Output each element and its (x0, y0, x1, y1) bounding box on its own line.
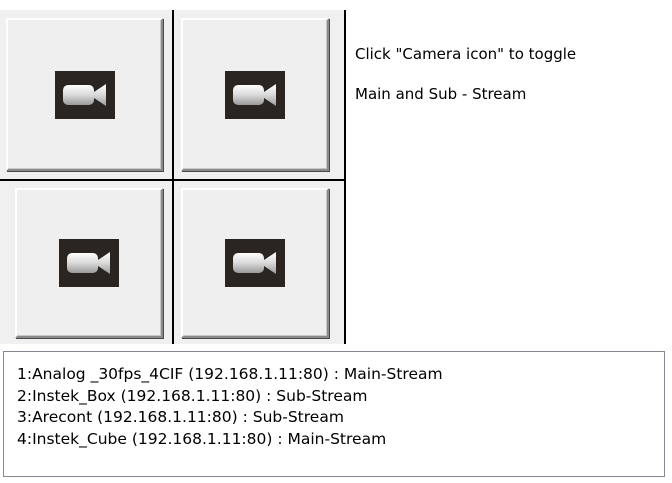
list-item[interactable]: 2:Instek_Box (192.168.1.11:80) : Sub-Str… (17, 386, 664, 408)
video-camera-icon (59, 239, 119, 287)
instruction-line-1: Click "Camera icon" to toggle (355, 45, 577, 63)
camera-tile-1-button[interactable] (6, 18, 163, 171)
stream-status-list[interactable]: 1:Analog _30fps_4CIF (192.168.1.11:80) :… (3, 351, 665, 477)
video-camera-icon (225, 239, 285, 287)
toggle-instruction: Click "Camera icon" to toggle Main and S… (355, 24, 655, 124)
grid-divider-vertical (172, 10, 174, 344)
instruction-line-2: Main and Sub - Stream (355, 85, 527, 103)
camera-tile-3-button[interactable] (15, 188, 163, 338)
video-camera-icon (54, 70, 115, 119)
list-item[interactable]: 3:Arecont (192.168.1.11:80) : Sub-Stream (17, 407, 664, 429)
camera-tile-4-button[interactable] (181, 188, 329, 338)
list-item[interactable]: 4:Instek_Cube (192.168.1.11:80) : Main-S… (17, 429, 664, 451)
camera-tile-2-button[interactable] (181, 18, 329, 171)
camera-grid (0, 10, 346, 344)
video-camera-icon (225, 70, 285, 119)
grid-divider-horizontal (0, 179, 346, 181)
list-item[interactable]: 1:Analog _30fps_4CIF (192.168.1.11:80) :… (17, 364, 664, 386)
grid-border-right (344, 10, 346, 344)
